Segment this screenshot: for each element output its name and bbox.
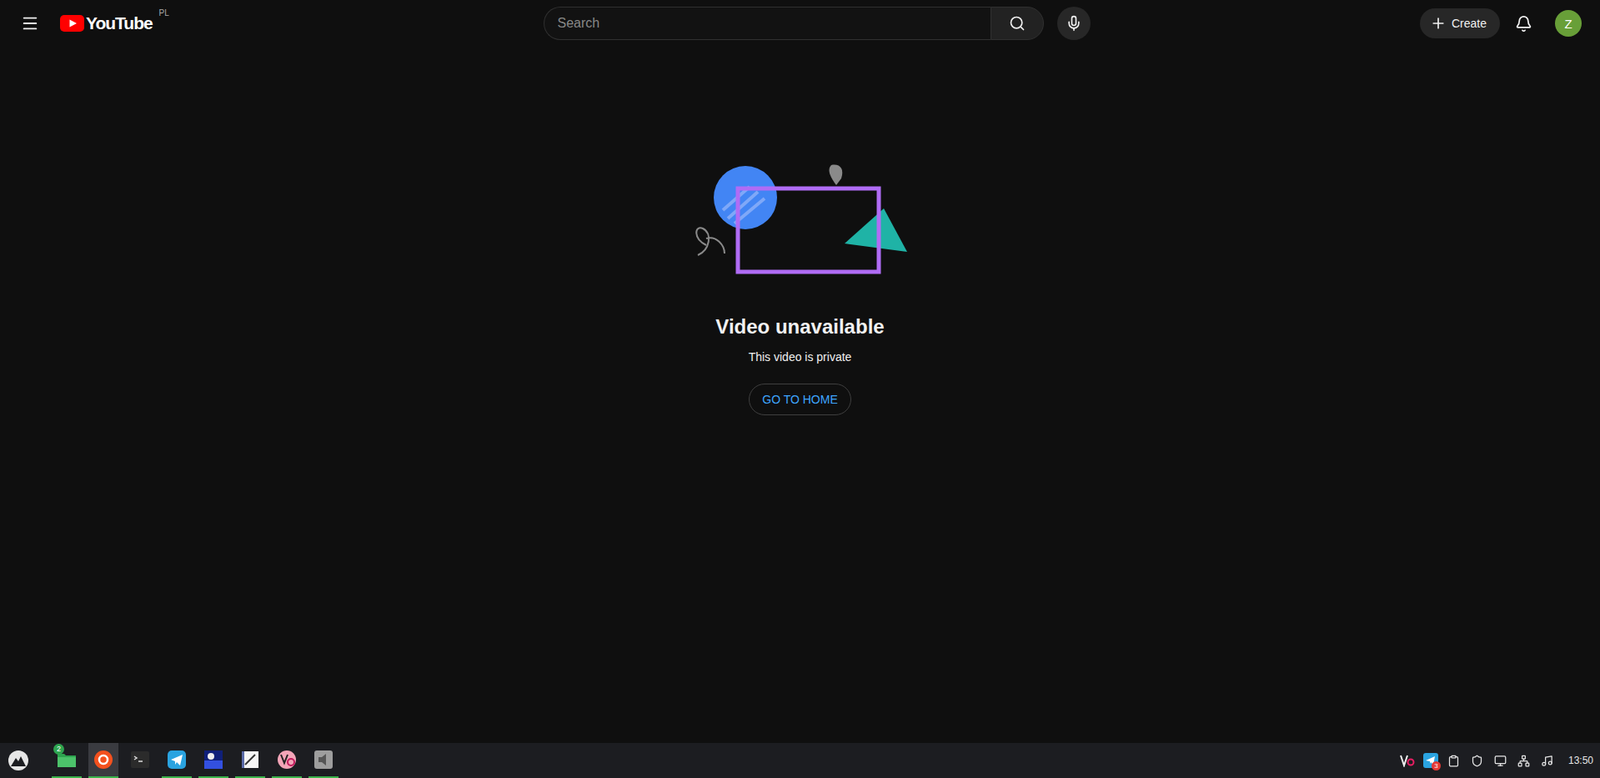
- bell-icon: [1514, 15, 1533, 33]
- taskbar-app[interactable]: [125, 742, 156, 778]
- error-message: This video is private: [748, 350, 853, 364]
- youtube-logo[interactable]: YouTubePL: [60, 13, 171, 34]
- hamburger-icon: [20, 14, 40, 33]
- taskbar-app[interactable]: [88, 742, 119, 778]
- tray-item[interactable]: [1469, 752, 1485, 768]
- tray-item[interactable]: 3: [1423, 752, 1439, 768]
- telegram-icon: [165, 748, 188, 771]
- taskbar: 2 3 13:50: [0, 742, 1600, 778]
- error-panel: Video unavailable This video is private GO…: [0, 46, 1600, 743]
- unavailable-illustration-icon: [691, 161, 910, 276]
- go-home-button[interactable]: GO TO HOME: [748, 383, 852, 416]
- clock[interactable]: 13:50: [1568, 754, 1594, 767]
- plus-icon: [1429, 15, 1447, 32]
- notifications-button[interactable]: [1506, 6, 1540, 41]
- country-code: PL: [158, 8, 169, 18]
- display-icon: [1494, 754, 1507, 768]
- shield-icon: [1470, 754, 1484, 768]
- taskbar-app[interactable]: [271, 742, 302, 778]
- tray-item[interactable]: [1516, 752, 1532, 768]
- taskbar-app[interactable]: [161, 742, 192, 778]
- youtube-logo-icon: [60, 15, 85, 32]
- avatar-button[interactable]: Z: [1554, 10, 1582, 37]
- taskbar-app[interactable]: [308, 742, 339, 778]
- create-button[interactable]: Create: [1419, 8, 1500, 39]
- tray-item[interactable]: [1399, 752, 1415, 768]
- start-button[interactable]: [3, 745, 34, 776]
- tray-item[interactable]: [1539, 752, 1555, 768]
- network-icon: [1517, 754, 1530, 768]
- clipboard-icon: [1447, 754, 1460, 768]
- voice-search-button[interactable]: [1057, 6, 1091, 41]
- screen: YouTubePLCreateZVideo unavailableThis vi…: [0, 0, 1600, 778]
- taskbar-app[interactable]: 2: [51, 742, 82, 778]
- system-tray: 3 13:50: [1399, 752, 1594, 768]
- start-menu-icon: [7, 749, 30, 772]
- search-icon: [1008, 15, 1026, 32]
- app-badge: 2: [53, 743, 65, 755]
- search-input[interactable]: [543, 6, 991, 41]
- logo-text: YouTube: [85, 13, 153, 34]
- search-button[interactable]: [990, 6, 1044, 41]
- vc-icon: [1399, 753, 1415, 768]
- tray-item[interactable]: [1493, 752, 1509, 768]
- browser-icon: [92, 748, 115, 771]
- tray-item[interactable]: [1446, 752, 1462, 768]
- ghost-icon: [202, 748, 225, 771]
- top-bar: YouTubePLCreateZ: [0, 0, 1600, 47]
- error-title: Video unavailable: [715, 315, 884, 339]
- terminal-icon: [129, 748, 151, 771]
- tray-badge: 3: [1431, 761, 1441, 771]
- mixer-icon: [312, 748, 335, 771]
- editor-icon: [239, 748, 261, 771]
- microphone-icon: [1065, 15, 1083, 32]
- search-box: [543, 6, 1044, 41]
- vc-icon: [275, 748, 298, 771]
- menu-button[interactable]: [13, 6, 47, 41]
- music-icon: [1540, 754, 1554, 768]
- taskbar-app[interactable]: [198, 742, 229, 778]
- taskbar-app[interactable]: [235, 742, 266, 778]
